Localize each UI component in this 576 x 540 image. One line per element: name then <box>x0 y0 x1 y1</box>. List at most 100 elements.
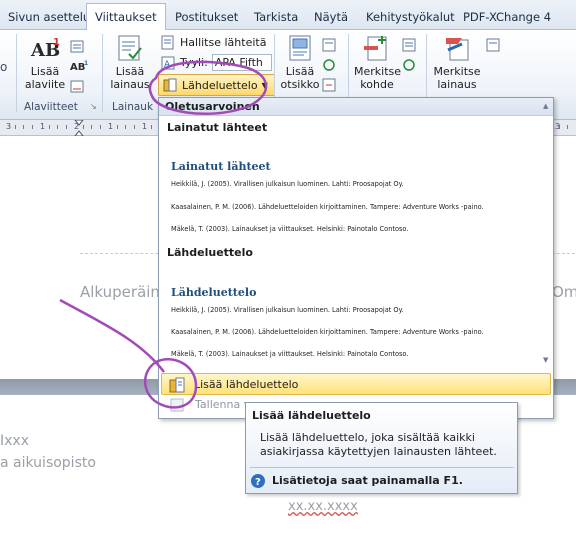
ruler-tick <box>91 125 92 129</box>
tab-pdf-xchange[interactable]: PDF-XChange 4 <box>455 6 559 30</box>
cross-reference-button[interactable] <box>322 78 336 98</box>
gallery-preview-entry: Mäkelä, T. (2003). Lainaukset ja viittau… <box>171 225 409 233</box>
small-footnote-buttons: AB 1 <box>70 36 90 96</box>
ruler-tick <box>48 125 50 129</box>
ribbon-partial-group: o <box>0 60 8 74</box>
small-toa-buttons <box>486 38 500 58</box>
gallery-preview-entry: Kaasalainen, P. M. (2006). Lähdeluettelo… <box>171 203 484 211</box>
manage-sources-label: Hallitse lähteitä <box>180 35 267 49</box>
mark-entry-icon <box>364 36 387 61</box>
insert-endnote-button[interactable] <box>70 36 90 56</box>
update-table-button[interactable] <box>322 58 336 78</box>
ruler-tick <box>99 125 101 129</box>
tab-view[interactable]: Näytä <box>306 6 356 30</box>
dialog-launcher-icon[interactable]: ↘ <box>90 102 97 111</box>
insert-toa-button[interactable] <box>486 38 500 58</box>
style-icon: A <box>161 56 175 70</box>
tab-developer[interactable]: Kehitystyökalut <box>358 6 463 30</box>
bibliography-icon <box>169 377 185 393</box>
ruler-tick <box>150 125 152 129</box>
bibliography-label: Lähdeluettelo <box>182 78 258 92</box>
ruler-number: 1 <box>108 122 114 131</box>
chevron-down-icon: ▼ <box>261 80 268 90</box>
next-footnote-button[interactable]: AB 1 <box>70 56 90 76</box>
document-text-school: a aikuisopisto <box>0 455 96 471</box>
bibliography-dropdown: Oletusarvoinen ▲ Lainatut lähteet Lainat… <box>158 97 554 419</box>
style-dropdown[interactable]: APA Fifth <box>211 54 272 71</box>
gallery-preview-entry: Kaasalainen, P. M. (2006). Lähdeluettelo… <box>171 328 484 336</box>
scroll-up-icon[interactable]: ▲ <box>543 102 548 110</box>
ruler-tick <box>65 125 67 129</box>
update-table-icon <box>323 59 335 71</box>
insert-caption-button[interactable]: Lisää otsikko <box>280 34 320 91</box>
cross-reference-icon <box>322 78 336 92</box>
tab-mailings[interactable]: Postitukset <box>167 6 246 30</box>
help-icon: ? <box>251 474 265 488</box>
footnotes-group-label: Alaviitteet <box>24 101 78 113</box>
table-of-figures-icon <box>322 38 336 52</box>
manage-sources-button[interactable]: Hallitse lähteitä <box>160 34 266 50</box>
gallery-preview-entry: Heikkilä, J. (2005). Virallisen julkaisu… <box>171 180 404 188</box>
add-footnote-button[interactable]: AB 1 Lisää alaviite <box>22 34 68 91</box>
table-of-figures-button[interactable] <box>322 38 336 58</box>
small-caption-buttons <box>322 38 336 98</box>
tab-review[interactable]: Tarkista <box>246 6 306 30</box>
ruler-number: 2 <box>74 122 80 131</box>
gallery-preview-entry: Heikkilä, J. (2005). Virallisen julkaisu… <box>171 306 404 314</box>
scroll-down-icon[interactable]: ▼ <box>543 356 548 364</box>
insert-citation-button[interactable]: Lisää lainaus <box>108 34 152 91</box>
update-index-button[interactable] <box>402 58 416 78</box>
show-notes-icon <box>70 80 84 93</box>
tooltip: Lisää lähdeluettelo Lisää lähdeluettelo,… <box>245 402 518 494</box>
ruler-number: 1 <box>40 122 46 131</box>
mark-citation-button[interactable]: Merkitse lainaus <box>432 34 482 91</box>
tooltip-title: Lisää lähdeluettelo <box>252 409 371 422</box>
defaults-header: Oletusarvoinen <box>165 100 260 113</box>
ruler-tick <box>57 125 58 129</box>
next-footnote-icon: AB1 <box>70 60 88 73</box>
save-icon <box>170 398 184 412</box>
mark-entry-button[interactable]: Merkitse kohde <box>354 34 402 91</box>
insert-caption-icon <box>289 35 311 61</box>
insert-bibliography-menu-item[interactable]: Lisää lähdeluettelo <box>161 373 551 395</box>
svg-text:1: 1 <box>53 37 60 48</box>
ruler-number: 3 <box>6 122 12 131</box>
ruler-number: 1 <box>142 122 148 131</box>
small-index-buttons <box>402 38 416 78</box>
tooltip-divider <box>250 467 514 468</box>
show-notes-button[interactable] <box>70 76 90 96</box>
mark-citation-label: Merkitse lainaus <box>433 65 481 91</box>
footnote-icon: AB 1 <box>30 37 60 61</box>
bibliography-icon <box>163 78 177 92</box>
ruler-tick <box>567 125 568 129</box>
gallery-item-cited-sources[interactable]: Lainatut lähteet Lainatut lähteet Heikki… <box>161 118 551 242</box>
ruler-tick <box>125 125 126 129</box>
mark-citation-icon <box>446 38 469 61</box>
ruler-tick <box>558 125 560 129</box>
gallery-item-header: Lainatut lähteet <box>167 121 268 134</box>
ruler-tick <box>23 125 24 129</box>
ruler-tick <box>31 125 33 129</box>
update-index-icon <box>403 59 415 71</box>
ruler-tick <box>133 125 135 129</box>
svg-text:1: 1 <box>84 60 88 67</box>
svg-text:A: A <box>164 60 171 70</box>
mark-entry-label: Merkitse kohde <box>354 65 402 91</box>
insert-bibliography-label: Lisää lähdeluettelo <box>194 378 299 391</box>
manage-sources-icon <box>161 35 174 50</box>
ruler-tick <box>82 125 84 129</box>
document-text-right: Om <box>552 283 576 301</box>
document-text-left: Alkuperäin <box>80 283 160 301</box>
gallery-item-bibliography[interactable]: Lähdeluettelo Lähdeluettelo Heikkilä, J.… <box>161 244 551 370</box>
insert-citation-icon <box>118 35 142 61</box>
tooltip-body: Lisää lähdeluettelo, joka sisältää kaikk… <box>260 431 497 458</box>
gallery-preview-title: Lähdeluettelo <box>171 286 257 299</box>
save-selection-label: Tallenna v <box>195 398 251 411</box>
insert-index-button[interactable] <box>402 38 416 58</box>
tab-references[interactable]: Viittaukset <box>86 3 166 31</box>
svg-text:?: ? <box>255 477 261 488</box>
bibliography-button[interactable]: Lähdeluettelo ▼ <box>158 74 275 96</box>
style-selector: A Tyyli: APA Fifth <box>160 54 272 71</box>
tab-page-layout[interactable]: Sivun asettelu <box>0 6 98 30</box>
insert-citation-label: Lisää lainaus <box>110 65 150 91</box>
